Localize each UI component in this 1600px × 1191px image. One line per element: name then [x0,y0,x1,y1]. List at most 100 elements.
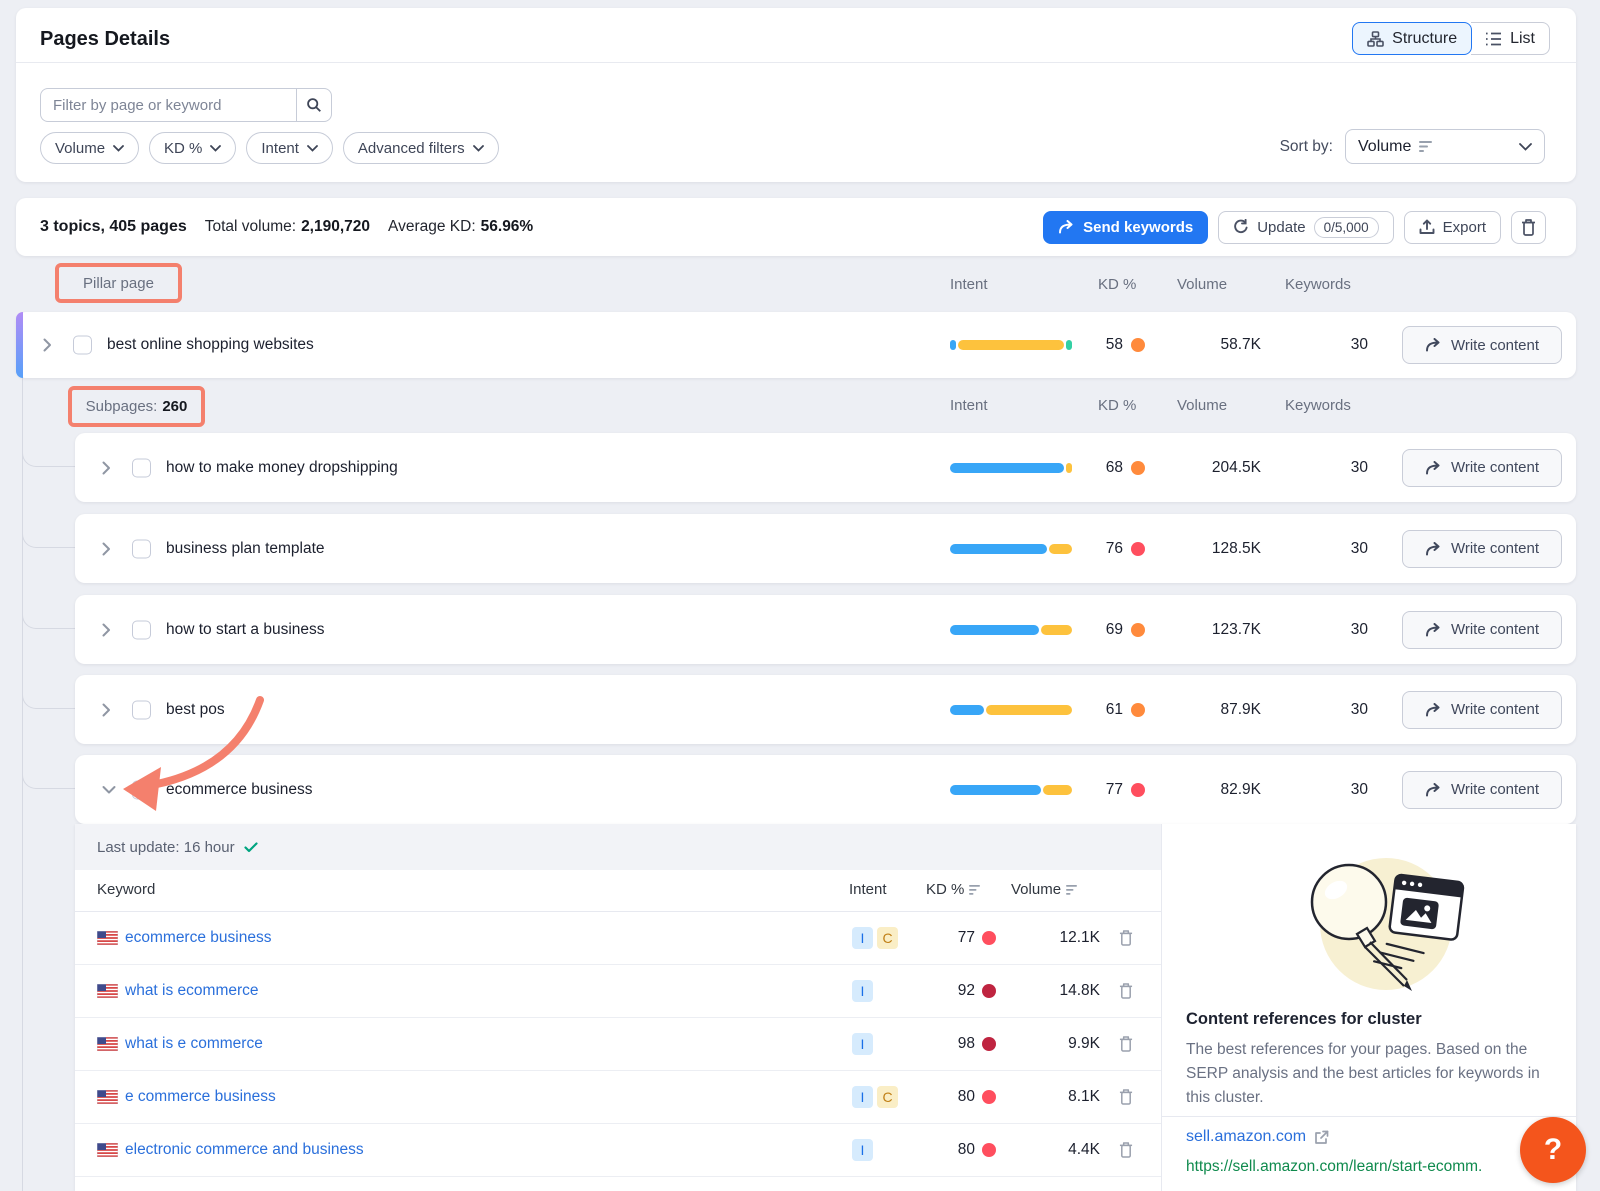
keyword-link[interactable]: what is ecommerce [125,982,259,1000]
help-button[interactable]: ? [1520,1117,1586,1183]
column-header-kd-sort[interactable]: KD % [926,881,981,898]
chevron-right-icon[interactable] [102,623,111,637]
kd-dot [1131,542,1145,556]
keyword-detail-panel: Last update: 16 hour Keyword Intent KD %… [75,824,1576,1191]
column-header-intent: Intent [950,397,988,414]
sort-by-select[interactable]: Volume [1345,129,1545,164]
tree-trunk-line [22,378,23,1191]
chevron-right-icon[interactable] [102,542,111,556]
kd-dot [982,1037,996,1051]
search-input[interactable] [40,88,296,122]
update-quota-badge: 0/5,000 [1314,217,1379,238]
write-content-button[interactable]: Write content [1402,611,1562,649]
us-flag-icon [97,931,118,945]
column-header-kd: KD % [1098,276,1136,293]
average-kd: Average KD:56.96% [388,218,533,236]
volume-value: 9.9K [1020,1035,1100,1053]
list-icon [1485,32,1502,46]
subpage-row-expanded[interactable]: ecommerce business 77 82.9K 30 Write con… [75,755,1576,824]
volume-filter-dropdown[interactable]: Volume [40,132,139,164]
write-content-button[interactable]: Write content [1402,530,1562,568]
forward-arrow-icon [1425,338,1442,352]
write-content-button[interactable]: Write content [1402,691,1562,729]
kd-value: 98 [910,1035,975,1053]
column-header-keywords: Keywords [1285,397,1351,414]
trash-icon[interactable] [1119,930,1133,946]
send-keywords-button[interactable]: Send keywords [1043,211,1208,244]
row-checkbox[interactable] [132,620,151,639]
subpage-row[interactable]: how to make money dropshipping 68 204.5K… [75,433,1576,502]
intent-badge: I [852,1086,873,1108]
write-content-button[interactable]: Write content [1402,771,1562,809]
chevron-right-icon[interactable] [43,338,52,352]
advanced-filters-dropdown[interactable]: Advanced filters [343,132,499,164]
tree-branch-line [22,603,75,629]
trash-icon[interactable] [1119,1089,1133,1105]
filter-search [40,88,332,122]
kd-filter-dropdown[interactable]: KD % [149,132,236,164]
keyword-link[interactable]: e commerce business [125,1088,276,1106]
kd-value: 69 [1063,621,1123,639]
kd-value: 77 [910,929,975,947]
us-flag-icon [97,1037,118,1051]
volume-value: 12.1K [1020,929,1100,947]
list-view-button[interactable]: List [1471,22,1550,55]
pillar-accent-bar [16,312,23,378]
forward-arrow-icon [1058,220,1075,234]
keyword-row: e commerce business I C 80 8.1K [75,1071,1161,1124]
intent-badge: I [852,1139,873,1161]
kd-dot [1131,783,1145,797]
kd-value: 77 [1063,781,1123,799]
pillar-page-row[interactable]: best online shopping websites 58 58.7K 3… [16,312,1576,378]
annotation-arrow [95,672,285,812]
forward-arrow-icon [1425,461,1442,475]
keyword-link[interactable]: ecommerce business [125,929,271,947]
view-toggle: Structure List [1352,22,1550,55]
subpage-row[interactable]: best pos 61 87.9K 30 Write content [75,675,1576,744]
export-button[interactable]: Export [1404,211,1501,244]
trash-icon [1521,219,1536,236]
refresh-icon [1233,219,1249,235]
content-references-panel: Content references for cluster The best … [1161,824,1576,1191]
search-button[interactable] [296,88,332,122]
write-content-button[interactable]: Write content [1402,326,1562,364]
kd-dot [982,931,996,945]
intent-bar [950,340,1072,350]
page-title: how to start a business [166,621,325,639]
intent-badge: C [877,927,898,949]
chevron-right-icon[interactable] [102,461,111,475]
chevron-down-icon [210,145,221,152]
keyword-link[interactable]: electronic commerce and business [125,1141,364,1159]
trash-icon[interactable] [1119,983,1133,999]
row-checkbox[interactable] [132,539,151,558]
check-icon [244,842,258,853]
pages-details-card: Pages Details Structure List [16,8,1576,182]
us-flag-icon [97,984,118,998]
topics-pages-count: 3 topics, 405 pages [40,218,187,236]
last-update-bar: Last update: 16 hour [75,824,1161,870]
write-content-button[interactable]: Write content [1402,449,1562,487]
update-button[interactable]: Update 0/5,000 [1218,211,1393,244]
subpage-row[interactable]: how to start a business 69 123.7K 30 Wri… [75,595,1576,664]
delete-button[interactable] [1511,211,1546,244]
column-header-volume: Volume [1177,276,1227,293]
column-header-volume-sort[interactable]: Volume [1011,881,1078,898]
intent-filter-dropdown[interactable]: Intent [246,132,333,164]
keyword-table-header: Keyword Intent KD % Volume [75,870,1161,912]
trash-icon[interactable] [1119,1036,1133,1052]
keyword-link[interactable]: what is e commerce [125,1035,263,1053]
references-illustration [1264,850,1474,998]
intent-badge: I [852,927,873,949]
row-checkbox[interactable] [132,458,151,477]
column-header-volume: Volume [1177,397,1227,414]
reference-link[interactable]: sell.amazon.com [1186,1128,1329,1146]
structure-view-button[interactable]: Structure [1352,22,1472,55]
subpage-row[interactable]: business plan template 76 128.5K 30 Writ… [75,514,1576,583]
divider [1162,1116,1576,1117]
intent-bar [950,463,1072,473]
pillar-page-label: Pillar page [83,275,154,292]
row-checkbox[interactable] [73,336,92,355]
trash-icon[interactable] [1119,1142,1133,1158]
keyword-row: what is ecommerce I 92 14.8K [75,965,1161,1018]
forward-arrow-icon [1425,703,1442,717]
